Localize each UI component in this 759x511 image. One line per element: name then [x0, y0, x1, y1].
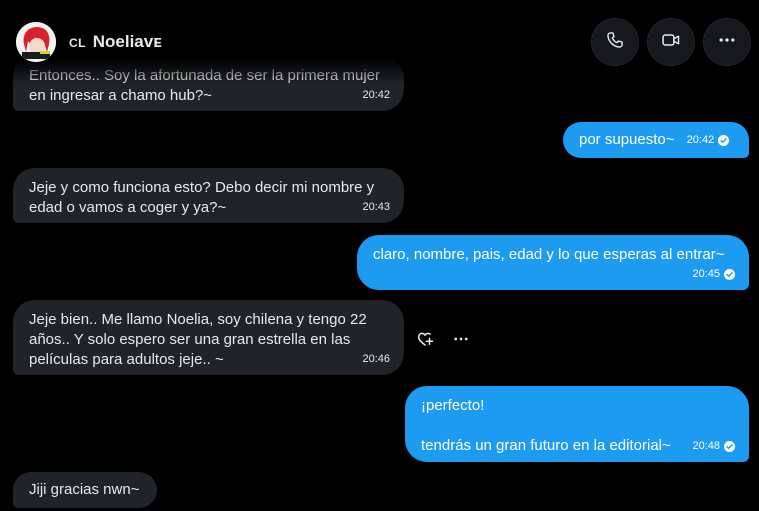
message-text: Jeje bien.. Me llamo Noelia, soy chilena…	[29, 311, 367, 368]
message-text: por supuesto~	[579, 131, 675, 148]
message-time: 20:42	[686, 134, 715, 146]
seen-check-icon	[724, 268, 735, 280]
message-time: 20:43	[362, 201, 390, 213]
more-options-button[interactable]	[703, 18, 751, 66]
message-bubble-incoming[interactable]: Jeje bien.. Me llamo Noelia, soy chilena…	[13, 300, 404, 375]
message-text: Jiji gracias nwn~	[29, 481, 140, 498]
message-more-icon[interactable]	[451, 329, 471, 349]
phone-icon	[605, 30, 625, 55]
message-bubble-outgoing[interactable]: por supuesto~ 20:42	[563, 122, 749, 158]
contact-name-text: Noeliavᴇ	[92, 32, 162, 51]
message-text: claro, nombre, pais, edad y lo que esper…	[373, 246, 725, 263]
add-reaction-heart-icon[interactable]	[415, 329, 435, 349]
message-time: 20:45	[692, 268, 720, 280]
contact-name-prefix: CL	[69, 36, 86, 50]
message-bubble-incoming[interactable]: Jeje y como funciona esto? Debo decir mi…	[13, 168, 404, 223]
video-camera-icon	[661, 30, 681, 55]
message-bubble-outgoing[interactable]: claro, nombre, pais, edad y lo que esper…	[357, 235, 749, 290]
message-text: ¡perfecto! tendrás un gran futuro en la …	[421, 397, 671, 454]
message-time: 20:42	[362, 89, 390, 101]
video-call-button[interactable]	[647, 18, 695, 66]
avatar[interactable]	[16, 22, 56, 62]
more-horizontal-icon	[717, 30, 737, 55]
conversation-header: CL Noeliavᴇ	[0, 0, 759, 84]
call-button[interactable]	[591, 18, 639, 66]
message-text: Jeje y como funciona esto? Debo decir mi…	[29, 179, 375, 216]
message-bubble-outgoing[interactable]: ¡perfecto! tendrás un gran futuro en la …	[405, 386, 749, 462]
message-bubble-incoming[interactable]: Jiji gracias nwn~	[13, 472, 157, 508]
seen-check-icon	[724, 440, 735, 452]
seen-check-icon	[718, 134, 730, 146]
message-time: 20:48	[692, 440, 720, 452]
contact-name[interactable]: CL Noeliavᴇ	[69, 32, 162, 52]
message-time: 20:46	[362, 353, 390, 365]
